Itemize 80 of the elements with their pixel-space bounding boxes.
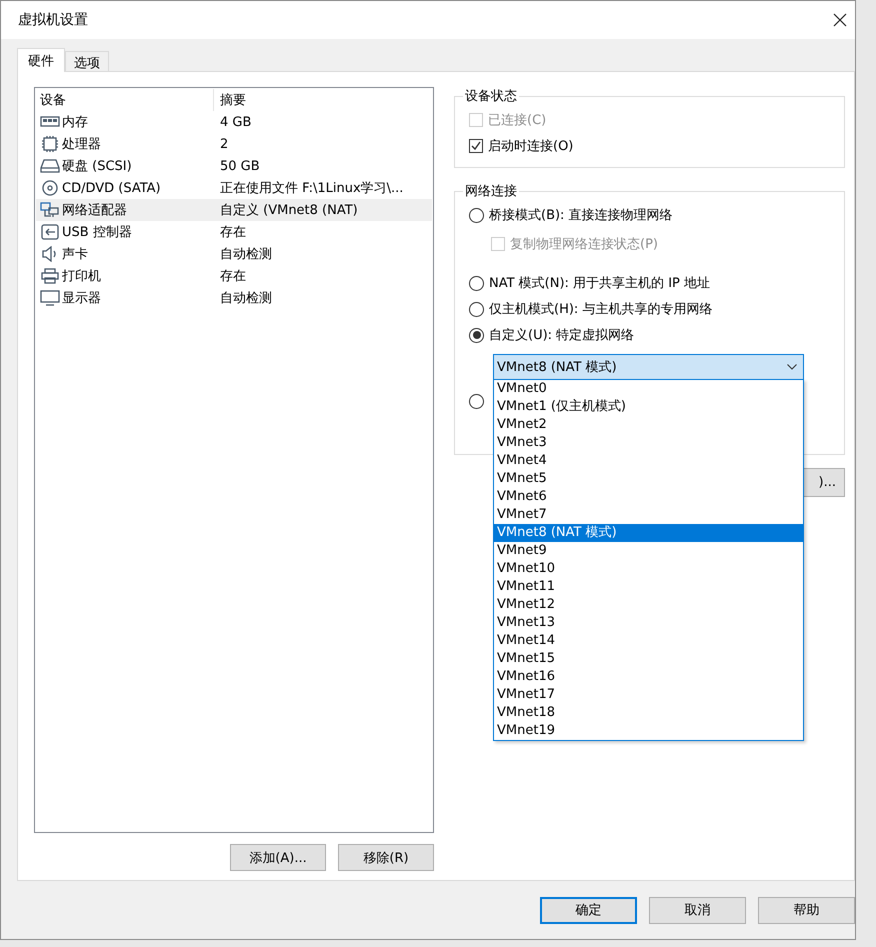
dropdown-option[interactable]: VMnet2 (494, 416, 803, 434)
checkbox[interactable] (469, 139, 483, 153)
dropdown-option[interactable]: VMnet8 (NAT 模式) (494, 524, 803, 542)
dropdown-option[interactable]: VMnet11 (494, 578, 803, 596)
device-summary: 2 (219, 136, 228, 152)
dropdown-option[interactable]: VMnet3 (494, 434, 803, 452)
dropdown-option[interactable]: VMnet14 (494, 632, 803, 650)
dropdown-option[interactable]: VMnet16 (494, 668, 803, 686)
dropdown-option[interactable]: VMnet13 (494, 614, 803, 632)
device-row[interactable]: 打印机 存在 (36, 265, 432, 287)
tab[interactable]: 选项 (65, 51, 109, 71)
dialog-button[interactable]: 帮助 (758, 896, 855, 924)
device-name: 处理器 (62, 136, 101, 153)
column-header[interactable]: 摘要 (214, 90, 246, 108)
dialog-button[interactable]: 确定 (540, 896, 637, 924)
dropdown-option[interactable]: VMnet12 (494, 596, 803, 614)
dropdown[interactable]: VMnet8 (NAT 模式) (493, 354, 804, 380)
device-summary: 自动检测 (219, 290, 272, 307)
radio-button[interactable] (469, 328, 484, 342)
device-summary: 存在 (219, 268, 246, 285)
device-name: 网络适配器 (62, 202, 127, 219)
device-name: 显示器 (62, 290, 101, 307)
device-row[interactable]: 硬盘 (SCSI) 50 GB (36, 155, 432, 177)
dropdown-value: VMnet8 (NAT 模式) (497, 359, 617, 376)
device-row[interactable]: 内存 4 GB (36, 111, 432, 133)
device-row[interactable]: CD/DVD (SATA) 正在使用文件 F:\1Linux学习\... (36, 177, 432, 199)
close-icon[interactable] (833, 13, 847, 27)
tab[interactable]: 硬件 (17, 48, 65, 72)
dropdown-option[interactable]: VMnet1 (仅主机模式) (494, 398, 803, 416)
dropdown-option[interactable]: VMnet10 (494, 560, 803, 578)
printer-icon (40, 268, 60, 284)
checkbox-label[interactable]: 启动时连接(O) (488, 137, 574, 155)
device-row[interactable]: USB 控制器 存在 (36, 221, 432, 243)
device-name: USB 控制器 (62, 224, 132, 241)
dropdown-option[interactable]: VMnet18 (494, 704, 803, 722)
radio-button[interactable] (469, 208, 484, 222)
device-summary: 50 GB (219, 158, 260, 174)
device-row[interactable]: 显示器 自动检测 (36, 287, 432, 309)
group-title: 网络连接 (464, 183, 518, 200)
dropdown-option[interactable]: VMnet9 (494, 542, 803, 560)
device-summary: 4 GB (219, 114, 252, 130)
device-row[interactable]: 声卡 自动检测 (36, 243, 432, 265)
device-name: 内存 (62, 114, 88, 131)
dropdown-option[interactable]: VMnet7 (494, 506, 803, 524)
list-button[interactable]: 移除(R) (338, 844, 434, 871)
device-name: CD/DVD (SATA) (62, 180, 161, 196)
radio-label[interactable]: 自定义(U): 特定虚拟网络 (489, 326, 634, 344)
dropdown-option[interactable]: VMnet6 (494, 488, 803, 506)
dropdown-option[interactable]: VMnet17 (494, 686, 803, 704)
device-summary: 自动检测 (219, 246, 272, 263)
dropdown-option[interactable]: VMnet5 (494, 470, 803, 488)
group-title: 设备状态 (464, 88, 518, 105)
monitor-icon (40, 290, 60, 306)
radio-label[interactable]: 桥接模式(B): 直接连接物理网络 (489, 206, 673, 224)
device-row[interactable]: 网络适配器 自定义 (VMnet8 (NAT) (36, 199, 432, 221)
dropdown-option[interactable]: VMnet15 (494, 650, 803, 668)
device-name: 打印机 (62, 268, 101, 285)
device-summary: 自定义 (VMnet8 (NAT) (219, 202, 358, 219)
usb-icon (40, 224, 60, 240)
device-summary: 存在 (219, 224, 246, 241)
device-row[interactable]: 处理器 2 (36, 133, 432, 155)
chip-icon (40, 136, 60, 152)
list-button[interactable]: 添加(A)... (230, 844, 326, 871)
radio-button[interactable] (469, 276, 484, 290)
dropdown-option[interactable]: VMnet0 (494, 380, 803, 398)
device-summary: 正在使用文件 F:\1Linux学习\... (219, 180, 404, 197)
radio-button[interactable] (469, 302, 484, 316)
window-title: 虚拟机设置 (18, 11, 88, 29)
dialog-button[interactable]: 取消 (649, 896, 746, 924)
chevron-icon (787, 364, 797, 370)
radio-label[interactable]: 仅主机模式(H): 与主机共享的专用网络 (489, 300, 712, 318)
device-name: 硬盘 (SCSI) (62, 158, 132, 175)
dropdown-option[interactable]: VMnet19 (494, 722, 803, 740)
radio-button[interactable] (469, 394, 484, 408)
column-header[interactable]: 设备 (36, 88, 214, 110)
disc-icon (40, 180, 60, 196)
radio-label[interactable]: NAT 模式(N): 用于共享主机的 IP 地址 (489, 274, 710, 292)
device-name: 声卡 (62, 246, 88, 263)
dropdown-option[interactable]: VMnet4 (494, 452, 803, 470)
network-icon (40, 202, 60, 218)
